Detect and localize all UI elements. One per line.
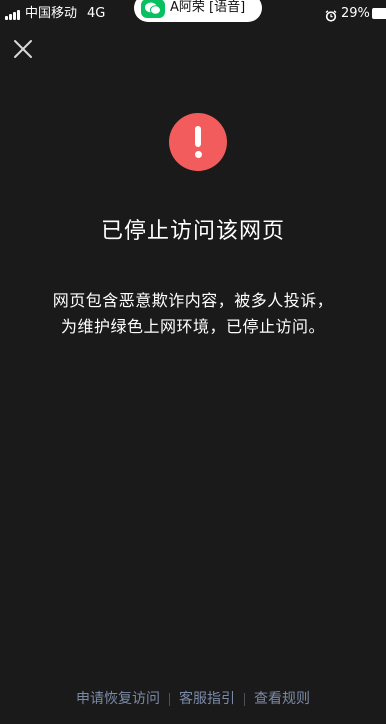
voice-call-pill[interactable]: A阿荣 [语音] xyxy=(134,0,262,22)
voice-call-label: A阿荣 [语音] xyxy=(170,0,246,15)
divider xyxy=(244,692,245,706)
view-rules-link[interactable]: 查看规则 xyxy=(254,689,310,709)
exclamation-icon xyxy=(169,113,227,171)
battery-percent: 29% xyxy=(341,6,370,21)
carrier-name: 中国移动 xyxy=(25,6,78,21)
page-title: 已停止访问该网页 xyxy=(100,219,285,244)
warning-message-line: 网页包含恶意欺诈内容，被多人投诉， xyxy=(52,291,334,310)
appeal-restore-link[interactable]: 申请恢复访问 xyxy=(76,689,160,709)
wechat-icon xyxy=(141,0,165,18)
status-bar: 中国移动 4G A阿荣 [语音] 29% xyxy=(0,0,386,28)
divider xyxy=(169,692,170,706)
signal-icon xyxy=(5,10,23,20)
battery-icon xyxy=(372,8,386,19)
warning-message: 网页包含恶意欺诈内容，被多人投诉， 为维护绿色上网环境，已停止访问。 xyxy=(30,288,356,340)
close-button[interactable] xyxy=(12,38,34,60)
network-type: 4G xyxy=(87,6,106,21)
alarm-icon xyxy=(325,7,337,22)
close-icon xyxy=(14,40,32,58)
footer-links: 申请恢复访问 客服指引 查看规则 xyxy=(0,688,386,710)
warning-message-line: 为维护绿色上网环境，已停止访问。 xyxy=(60,317,325,336)
customer-service-link[interactable]: 客服指引 xyxy=(179,689,235,709)
